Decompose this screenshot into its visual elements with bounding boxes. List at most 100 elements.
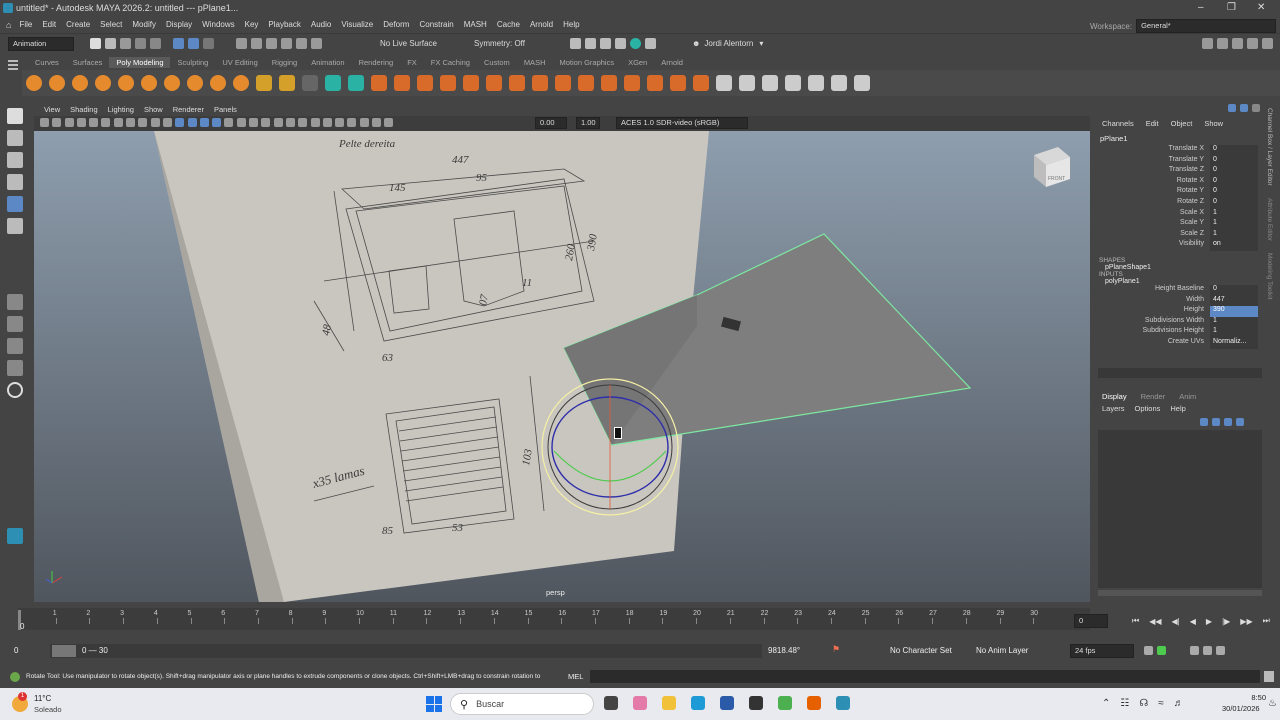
channel-box-icon[interactable] — [1247, 38, 1258, 49]
menu-windows[interactable]: Windows — [202, 20, 234, 29]
render-frame-icon[interactable] — [570, 38, 581, 49]
snap-grid-icon[interactable] — [236, 38, 247, 49]
ui-toggle-icon[interactable] — [359, 118, 369, 127]
menu-playback[interactable]: Playback — [268, 20, 300, 29]
taskbar-davinci-icon[interactable] — [749, 696, 763, 710]
panel-float-icon[interactable] — [1228, 104, 1236, 112]
workspace-selector[interactable]: Workspace: General* — [1090, 19, 1277, 33]
layer-move-down-icon[interactable] — [1212, 418, 1220, 426]
wifi-icon[interactable]: ≈ — [1158, 698, 1164, 709]
attribute-row-height[interactable]: Height 390 — [1096, 306, 1264, 317]
attribute-value[interactable]: 447 — [1210, 295, 1258, 307]
shelf-cone-icon[interactable] — [94, 75, 111, 91]
menu-help[interactable]: Help — [563, 20, 579, 29]
lasso-tool-icon[interactable] — [7, 130, 23, 146]
auto-key-icon[interactable]: ⚑ — [832, 644, 840, 655]
paint-select-icon[interactable] — [7, 152, 23, 168]
attribute-row-height-baseline[interactable]: Height Baseline 0 — [1096, 284, 1264, 296]
exposure-field[interactable]: 0.00 — [535, 117, 567, 129]
menu-deform[interactable]: Deform — [383, 20, 409, 29]
menu-display[interactable]: Display — [166, 20, 192, 29]
menu-create[interactable]: Create — [66, 20, 90, 29]
menu-file[interactable]: File — [19, 20, 32, 29]
shelf-tab-curves[interactable]: Curves — [28, 57, 66, 68]
render-sequence-icon[interactable] — [585, 38, 596, 49]
shelf-tab-surfaces[interactable]: Surfaces — [66, 57, 110, 68]
shelf-tab-xgen[interactable]: XGen — [621, 57, 654, 68]
attribute-value[interactable]: 1 — [1210, 219, 1258, 230]
attribute-row-translate-x[interactable]: Translate X 0 — [1096, 145, 1264, 156]
ipr-render-icon[interactable] — [600, 38, 611, 49]
shelf-poke-icon[interactable] — [669, 75, 686, 91]
shelf-fill-hole-icon[interactable] — [600, 75, 617, 91]
shelf-super-shape-icon[interactable] — [209, 75, 226, 91]
channel-box-menu-show[interactable]: Show — [1204, 119, 1223, 128]
cache-playback-icon[interactable] — [1157, 646, 1166, 655]
menu-mash[interactable]: MASH — [464, 20, 487, 29]
shelf-type-tool-icon[interactable] — [301, 75, 318, 91]
menu-audio[interactable]: Audio — [311, 20, 331, 29]
shelf-combine-icon[interactable] — [324, 75, 341, 91]
microphone-icon[interactable]: ☊ — [1139, 698, 1148, 709]
select-tool-icon[interactable] — [7, 108, 23, 124]
maya-home-icon[interactable] — [7, 528, 23, 544]
volume-icon[interactable]: ♬ — [1174, 698, 1184, 709]
minimize-icon[interactable]: – — [1198, 2, 1204, 13]
attribute-value[interactable]: 0 — [1210, 176, 1258, 188]
render-settings-icon[interactable] — [615, 38, 626, 49]
step-back-frame-icon[interactable]: ◀| — [1172, 617, 1180, 626]
shape-name[interactable]: pPlaneShape1 — [1096, 264, 1264, 271]
attribute-value[interactable]: 0 — [1210, 155, 1258, 167]
taskbar-file-explorer-icon[interactable] — [604, 696, 618, 710]
xray-joints-icon[interactable] — [322, 118, 332, 127]
layer-menu-help[interactable]: Help — [1170, 404, 1185, 413]
attribute-value[interactable]: 0 — [1210, 145, 1258, 156]
shelf-torus-icon[interactable] — [117, 75, 134, 91]
shelf-menu-icon[interactable] — [8, 58, 20, 94]
motion-blur-icon[interactable] — [261, 118, 271, 127]
open-scene-icon[interactable] — [105, 38, 116, 49]
menu-edit[interactable]: Edit — [42, 20, 56, 29]
windows-start-icon[interactable] — [426, 696, 442, 712]
select-by-component-icon[interactable] — [203, 38, 214, 49]
menu-cache[interactable]: Cache — [497, 20, 520, 29]
taskbar-store-icon[interactable] — [720, 696, 734, 710]
colorspace-dropdown[interactable]: ACES 1.0 SDR-video (sRGB) — [616, 117, 748, 129]
gate-mask-icon[interactable] — [126, 118, 136, 127]
attribute-row-translate-z[interactable]: Translate Z 0 — [1096, 166, 1264, 177]
anim-layer-dropdown[interactable]: No Anim Layer — [976, 646, 1028, 655]
shelf-disc-icon[interactable] — [163, 75, 180, 91]
layer-tab-display[interactable]: Display — [1102, 392, 1127, 401]
attribute-row-rotate-z[interactable]: Rotate Z 0 — [1096, 197, 1264, 209]
attribute-editor-icon[interactable] — [1217, 38, 1228, 49]
shelf-text-icon[interactable] — [255, 75, 272, 91]
default-material-icon[interactable] — [199, 118, 209, 127]
side-tab-attribute-editor[interactable]: Attribute Editor — [1266, 198, 1273, 241]
taskbar-search-box[interactable]: ⚲ Buscar — [450, 693, 594, 715]
outliner-icon[interactable] — [1262, 38, 1273, 49]
attribute-value[interactable]: 1 — [1210, 208, 1258, 220]
shelf-tab-motion-graphics[interactable]: Motion Graphics — [552, 57, 621, 68]
range-handle[interactable] — [52, 645, 76, 657]
fps-dropdown[interactable]: 24 fps — [1070, 644, 1134, 658]
isolate-select-icon[interactable] — [298, 118, 308, 127]
depth-of-field-icon[interactable] — [285, 118, 295, 127]
channel-box-menu-edit[interactable]: Edit — [1146, 119, 1159, 128]
snap-surface-icon[interactable] — [296, 38, 307, 49]
notifications-icon[interactable]: ♨ — [1268, 698, 1277, 709]
shelf-tab-uv-editing[interactable]: UV Editing — [215, 57, 264, 68]
viewport-menu-panels[interactable]: Panels — [214, 105, 237, 114]
clock-time[interactable]: 8:50 — [1236, 693, 1266, 702]
shelf-uv-layout-icon[interactable] — [738, 75, 755, 91]
attribute-row-scale-z[interactable]: Scale Z 1 — [1096, 229, 1264, 241]
attribute-value[interactable]: 390 — [1210, 306, 1258, 317]
shelf-tab-sculpting[interactable]: Sculpting — [170, 57, 215, 68]
shelf-merge-icon[interactable] — [508, 75, 525, 91]
wireframe-icon[interactable] — [175, 118, 185, 127]
layer-list[interactable] — [1098, 430, 1262, 588]
ambient-occlusion-icon[interactable] — [249, 118, 259, 127]
resolution-gate-icon[interactable] — [113, 118, 123, 127]
attribute-row-rotate-y[interactable]: Rotate Y 0 — [1096, 187, 1264, 198]
exposure-icon[interactable] — [372, 118, 382, 127]
layout-two-icon[interactable] — [7, 338, 23, 354]
